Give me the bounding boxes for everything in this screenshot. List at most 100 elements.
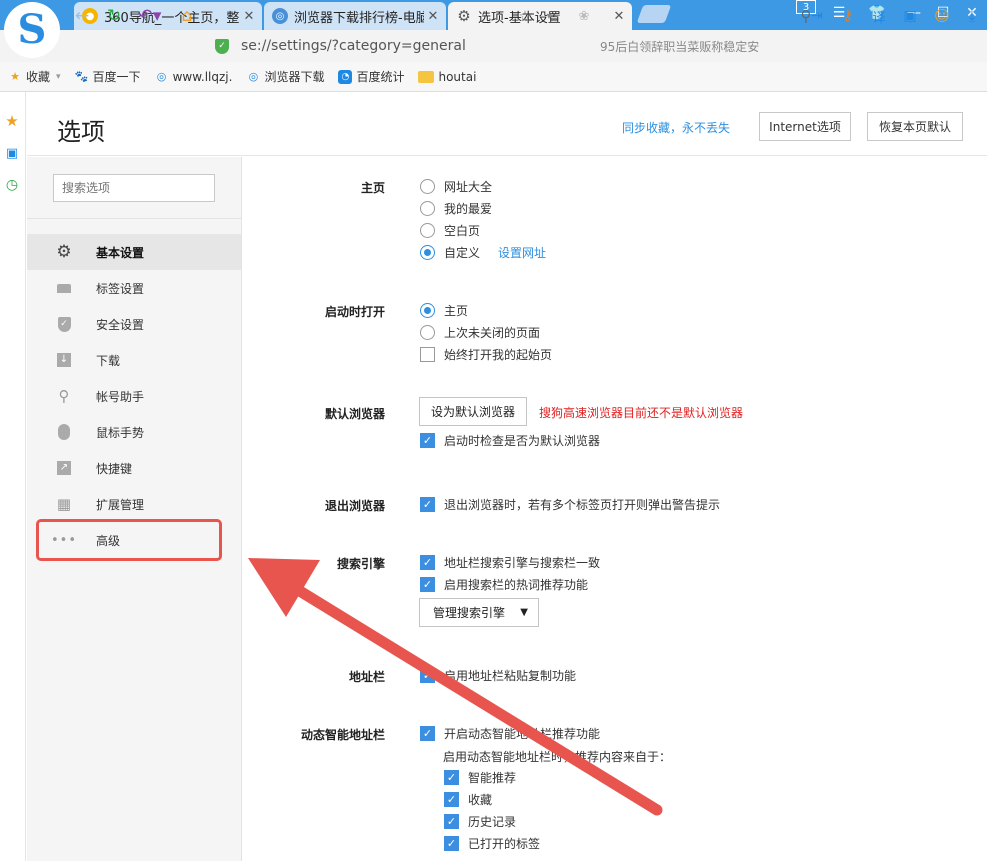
tab-icon: [55, 279, 73, 297]
tab-settings[interactable]: ⚙ 选项-基本设置 ✕: [448, 2, 632, 30]
sidebar-item-shortcuts[interactable]: ↗ 快捷键: [27, 450, 241, 486]
option-label: 已打开的标签: [468, 837, 541, 851]
extensions-icon: ▦: [56, 495, 72, 513]
chevron-down-icon[interactable]: ▾: [542, 6, 556, 26]
close-icon[interactable]: ✕: [424, 9, 442, 24]
address-text: se://settings/?category=general: [241, 38, 466, 54]
radio[interactable]: [420, 201, 435, 216]
settings-sidebar: ⚙ 基本设置 标签设置 ✓ 安全设置 ↓ 下载 ⚲ 帐号助手 鼠标手势 ↗ 快捷…: [27, 157, 242, 861]
search-hot-words[interactable]: ✓ 启用搜索栏的热词推荐功能: [420, 576, 588, 593]
undo-icon[interactable]: ↶▾: [136, 6, 164, 26]
bookmark-star-icon[interactable]: ☆: [516, 6, 534, 26]
download-icon[interactable]: ⤓: [962, 6, 982, 26]
address-bar[interactable]: ✓ se://settings/?category=general: [215, 35, 565, 57]
shield-icon: ✓: [215, 38, 229, 54]
search-options-input[interactable]: [53, 174, 215, 202]
warn-on-exit-multiple-tabs[interactable]: ✓ 退出浏览器时，若有多个标签页打开则弹出警告提示: [420, 496, 720, 513]
bookmark-llqzj[interactable]: ◎ www.llqzj.: [155, 70, 233, 84]
sidebar-item-download[interactable]: ↓ 下载: [27, 342, 241, 378]
set-default-browser-button[interactable]: 设为默认浏览器: [419, 397, 527, 426]
checkbox-checked[interactable]: ✓: [420, 668, 435, 683]
radio[interactable]: [420, 223, 435, 238]
sidebar-item-label: 标签设置: [96, 281, 145, 296]
smart-address-bar-enable[interactable]: ✓ 开启动态智能地址栏推荐功能: [420, 725, 600, 742]
startup-option-home[interactable]: 主页: [420, 302, 468, 319]
checkbox-checked[interactable]: ✓: [444, 836, 459, 851]
address-bar-engine-sync[interactable]: ✓ 地址栏搜索引擎与搜索栏一致: [420, 554, 600, 571]
bookmark-favorites[interactable]: ★ 收藏 ▾: [8, 68, 61, 85]
sidebar-item-label: 快捷键: [96, 461, 133, 476]
more-options-icon[interactable]: ☺: [932, 6, 952, 26]
home-icon[interactable]: ⌂: [177, 6, 197, 26]
login-icon[interactable]: ⇥: [807, 6, 827, 26]
manage-search-engines-dropdown[interactable]: 管理搜索引擎 ▼: [419, 598, 539, 627]
history-icon[interactable]: ◷: [4, 177, 20, 193]
sidebar-item-tabs[interactable]: 标签设置: [27, 270, 241, 306]
option-label: 空白页: [444, 224, 481, 238]
close-icon[interactable]: ✕: [610, 9, 628, 24]
back-icon[interactable]: ←: [72, 6, 92, 26]
favorites-icon[interactable]: ★: [4, 112, 20, 130]
checkbox-checked[interactable]: ✓: [420, 726, 435, 741]
source-open-tabs[interactable]: ✓ 已打开的标签: [444, 835, 540, 852]
bookmark-houtai[interactable]: houtai: [418, 70, 476, 84]
refresh-icon[interactable]: ↻: [104, 6, 124, 26]
screenshot-icon[interactable]: ▣: [900, 6, 920, 26]
option-label: 始终打开我的起始页: [444, 348, 553, 362]
source-history[interactable]: ✓ 历史记录: [444, 813, 516, 830]
gear-icon: ⚙: [457, 7, 471, 25]
option-label: 收藏: [468, 793, 493, 807]
sync-link[interactable]: 同步收藏，永不丢失: [622, 119, 730, 136]
tab-360-nav[interactable]: ● 360导航_一个主页，整个 ✕: [74, 2, 262, 30]
sidebar-item-extensions[interactable]: ▦ 扩展管理: [27, 486, 241, 522]
bookmark-browser-download[interactable]: ◎ 浏览器下载: [246, 68, 325, 85]
sidebar-item-mouse-gesture[interactable]: 鼠标手势: [27, 414, 241, 450]
homepage-option-custom[interactable]: 自定义 设置网址: [420, 244, 546, 261]
radio[interactable]: [420, 179, 435, 194]
homepage-option-blank[interactable]: 空白页: [420, 222, 480, 239]
option-label: 启动时检查是否为默认浏览器: [444, 434, 601, 448]
bookmark-baidu-stats[interactable]: ◔ 百度统计: [338, 68, 404, 85]
checkbox-checked[interactable]: ✓: [444, 814, 459, 829]
restore-defaults-button[interactable]: 恢复本页默认: [867, 112, 963, 141]
checkbox[interactable]: [420, 347, 435, 362]
reader-icon[interactable]: ▣: [4, 145, 20, 161]
radio-selected[interactable]: [420, 245, 435, 260]
startup-option-last-session[interactable]: 上次未关闭的页面: [420, 324, 540, 341]
address-bar-label: 地址栏: [348, 670, 385, 684]
checkbox-checked[interactable]: ✓: [444, 792, 459, 807]
translate-icon[interactable]: 译: [869, 6, 889, 26]
sidebar-item-security[interactable]: ✓ 安全设置: [27, 306, 241, 342]
set-url-link[interactable]: 设置网址: [498, 244, 546, 261]
homepage-option-nav[interactable]: 网址大全: [420, 178, 492, 195]
checkbox-checked[interactable]: ✓: [420, 555, 435, 570]
checkbox-checked[interactable]: ✓: [420, 433, 435, 448]
bookmark-label: www.llqzj.: [172, 69, 233, 84]
radio[interactable]: [420, 325, 435, 340]
close-icon[interactable]: ✕: [240, 9, 258, 24]
startup-always-open-start-page[interactable]: 始终打开我的起始页: [420, 346, 552, 363]
checkbox-checked[interactable]: ✓: [420, 577, 435, 592]
shield-icon: ✓: [55, 315, 73, 333]
address-bar-paste-copy[interactable]: ✓ 启用地址栏粘贴复制功能: [420, 667, 576, 684]
checkbox-checked[interactable]: ✓: [444, 770, 459, 785]
chevron-down-icon: ▾: [56, 71, 61, 82]
bookmark-label: 收藏: [26, 70, 51, 84]
tab-browser-ranking[interactable]: ◎ 浏览器下载排行榜-电脑 ✕: [264, 2, 446, 30]
source-favorites[interactable]: ✓ 收藏: [444, 791, 492, 808]
option-label: 主页: [444, 304, 469, 318]
internet-options-button[interactable]: Internet选项: [759, 112, 851, 141]
option-label: 我的最爱: [444, 202, 493, 216]
homepage-option-favorites[interactable]: 我的最爱: [420, 200, 492, 217]
new-tab-button[interactable]: [636, 5, 672, 23]
bookmark-baidu[interactable]: 🐾 百度一下: [75, 68, 141, 85]
baidu-icon: 🐾: [74, 70, 89, 83]
key-icon[interactable]: ⚷: [838, 6, 858, 26]
sidebar-item-basic[interactable]: ⚙ 基本设置: [27, 234, 241, 270]
checkbox-checked[interactable]: ✓: [420, 497, 435, 512]
radio-selected[interactable]: [420, 303, 435, 318]
search-box[interactable]: 95后白领辞职当菜贩称稳定安: [600, 35, 790, 57]
sidebar-item-account[interactable]: ⚲ 帐号助手: [27, 378, 241, 414]
check-default-on-startup[interactable]: ✓ 启动时检查是否为默认浏览器: [420, 432, 600, 449]
source-smart-recommend[interactable]: ✓ 智能推荐: [444, 769, 516, 786]
